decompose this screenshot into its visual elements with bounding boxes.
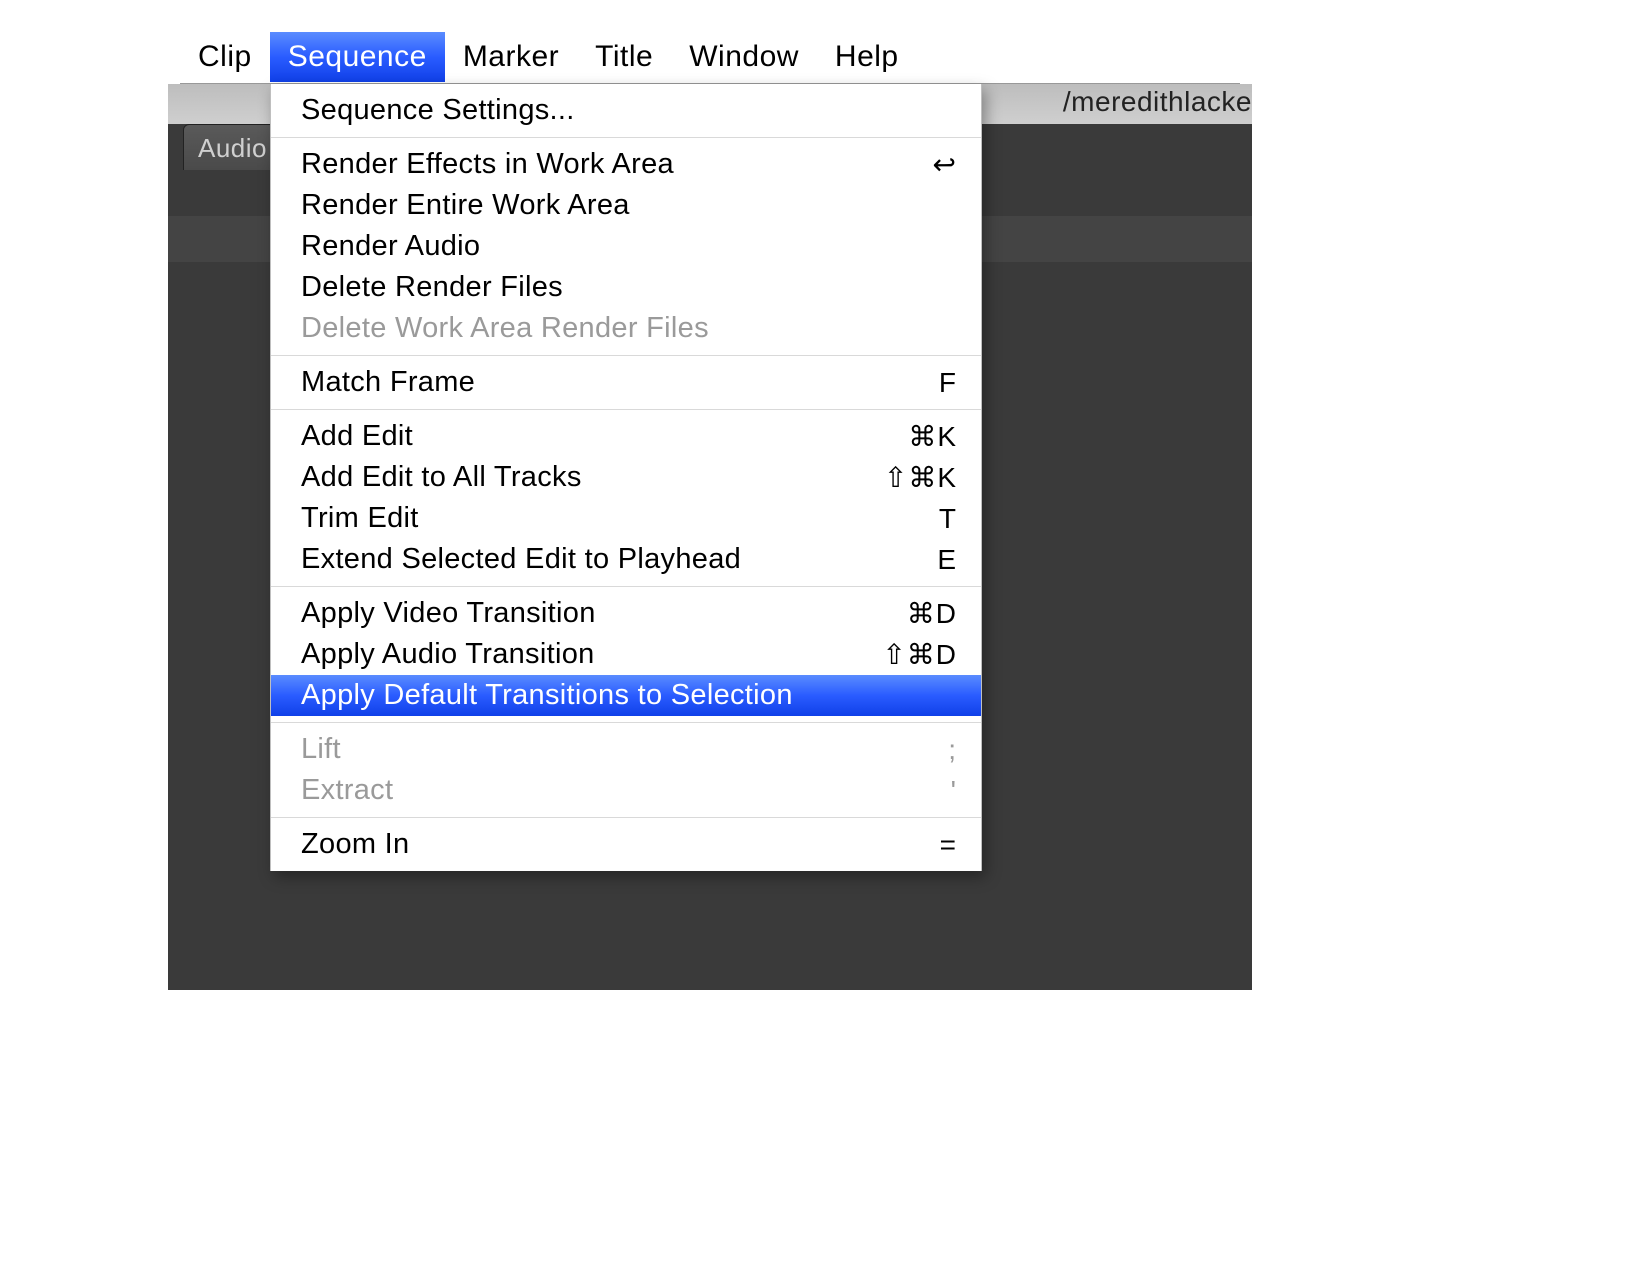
menu-item-apply-default-transitions-to-selection[interactable]: Apply Default Transitions to Selection [271,675,981,716]
menu-item-delete-work-area-render-files: Delete Work Area Render Files [271,308,981,349]
menu-item-shortcut: ↩ [847,148,957,181]
menubar-item-help[interactable]: Help [817,32,917,82]
menu-group: Apply Video Transition⌘DApply Audio Tran… [271,587,981,722]
menu-item-add-edit[interactable]: Add Edit⌘K [271,416,981,457]
menu-item-shortcut: ⇧⌘K [847,461,957,494]
menu-item-label: Render Audio [301,230,957,263]
menu-item-label: Sequence Settings... [301,94,957,127]
menu-item-sequence-settings[interactable]: Sequence Settings... [271,90,981,131]
menu-item-extend-selected-edit-to-playhead[interactable]: Extend Selected Edit to PlayheadE [271,539,981,580]
menu-item-label: Extend Selected Edit to Playhead [301,543,847,576]
menu-group: Render Effects in Work Area↩ Render Entir… [271,138,981,355]
menu-group: Match FrameF [271,356,981,409]
menu-item-shortcut: ⇧⌘D [847,638,957,671]
menu-item-label: Render Effects in Work Area [301,148,847,181]
menu-item-delete-render-files[interactable]: Delete Render Files [271,267,981,308]
menubar-item-title[interactable]: Title [577,32,671,82]
menu-item-shortcut: T [847,503,957,535]
menu-item-label: Apply Video Transition [301,597,847,630]
sequence-dropdown-menu: Sequence Settings... Render Effects in Wo… [270,84,982,871]
menu-item-shortcut: F [847,367,957,399]
menu-item-add-edit-to-all-tracks[interactable]: Add Edit to All Tracks⇧⌘K [271,457,981,498]
menu-group: Lift;Extract' [271,723,981,817]
content-area: /meredithlacke Audio Sequence Settings..… [180,84,1240,990]
menu-item-match-frame[interactable]: Match FrameF [271,362,981,403]
path-fragment: /meredithlacke [1063,86,1252,118]
menu-item-lift: Lift; [271,729,981,770]
menubar: ClipSequenceMarkerTitleWindowHelp [180,30,1240,84]
menu-item-shortcut: ⌘D [847,597,957,630]
menu-item-label: Delete Render Files [301,271,957,304]
menu-item-label: Add Edit to All Tracks [301,461,847,494]
menu-item-label: Render Entire Work Area [301,189,957,222]
menu-item-label: Extract [301,774,847,807]
menubar-item-window[interactable]: Window [671,32,817,82]
menu-item-render-effects-in-work-area[interactable]: Render Effects in Work Area↩ [271,144,981,185]
menubar-item-clip[interactable]: Clip [180,32,270,82]
menu-item-shortcut: = [847,829,957,861]
menu-item-shortcut: ⌘K [847,420,957,453]
menu-item-shortcut: ' [847,775,957,807]
menubar-item-sequence[interactable]: Sequence [270,32,445,82]
menu-item-zoom-in[interactable]: Zoom In= [271,824,981,865]
menu-item-trim-edit[interactable]: Trim EditT [271,498,981,539]
menu-group: Sequence Settings... [271,84,981,137]
menu-item-apply-video-transition[interactable]: Apply Video Transition⌘D [271,593,981,634]
menu-item-label: Trim Edit [301,502,847,535]
menu-group: Add Edit⌘KAdd Edit to All Tracks⇧⌘KTrim … [271,410,981,586]
menu-item-render-entire-work-area[interactable]: Render Entire Work Area [271,185,981,226]
menu-item-shortcut: ; [847,734,957,766]
menu-item-label: Apply Audio Transition [301,638,847,671]
menu-item-label: Delete Work Area Render Files [301,312,957,345]
menu-item-label: Lift [301,733,847,766]
menu-item-label: Add Edit [301,420,847,453]
menu-item-label: Match Frame [301,366,847,399]
menu-group: Zoom In= [271,818,981,871]
tab-audio[interactable]: Audio [183,124,282,170]
menu-item-label: Apply Default Transitions to Selection [301,679,957,712]
menu-item-extract: Extract' [271,770,981,811]
menu-item-apply-audio-transition[interactable]: Apply Audio Transition⇧⌘D [271,634,981,675]
menu-item-shortcut: E [847,544,957,576]
app-window: ClipSequenceMarkerTitleWindowHelp /mered… [180,30,1240,990]
menubar-item-marker[interactable]: Marker [445,32,577,82]
menu-item-render-audio[interactable]: Render Audio [271,226,981,267]
menu-item-label: Zoom In [301,828,847,861]
